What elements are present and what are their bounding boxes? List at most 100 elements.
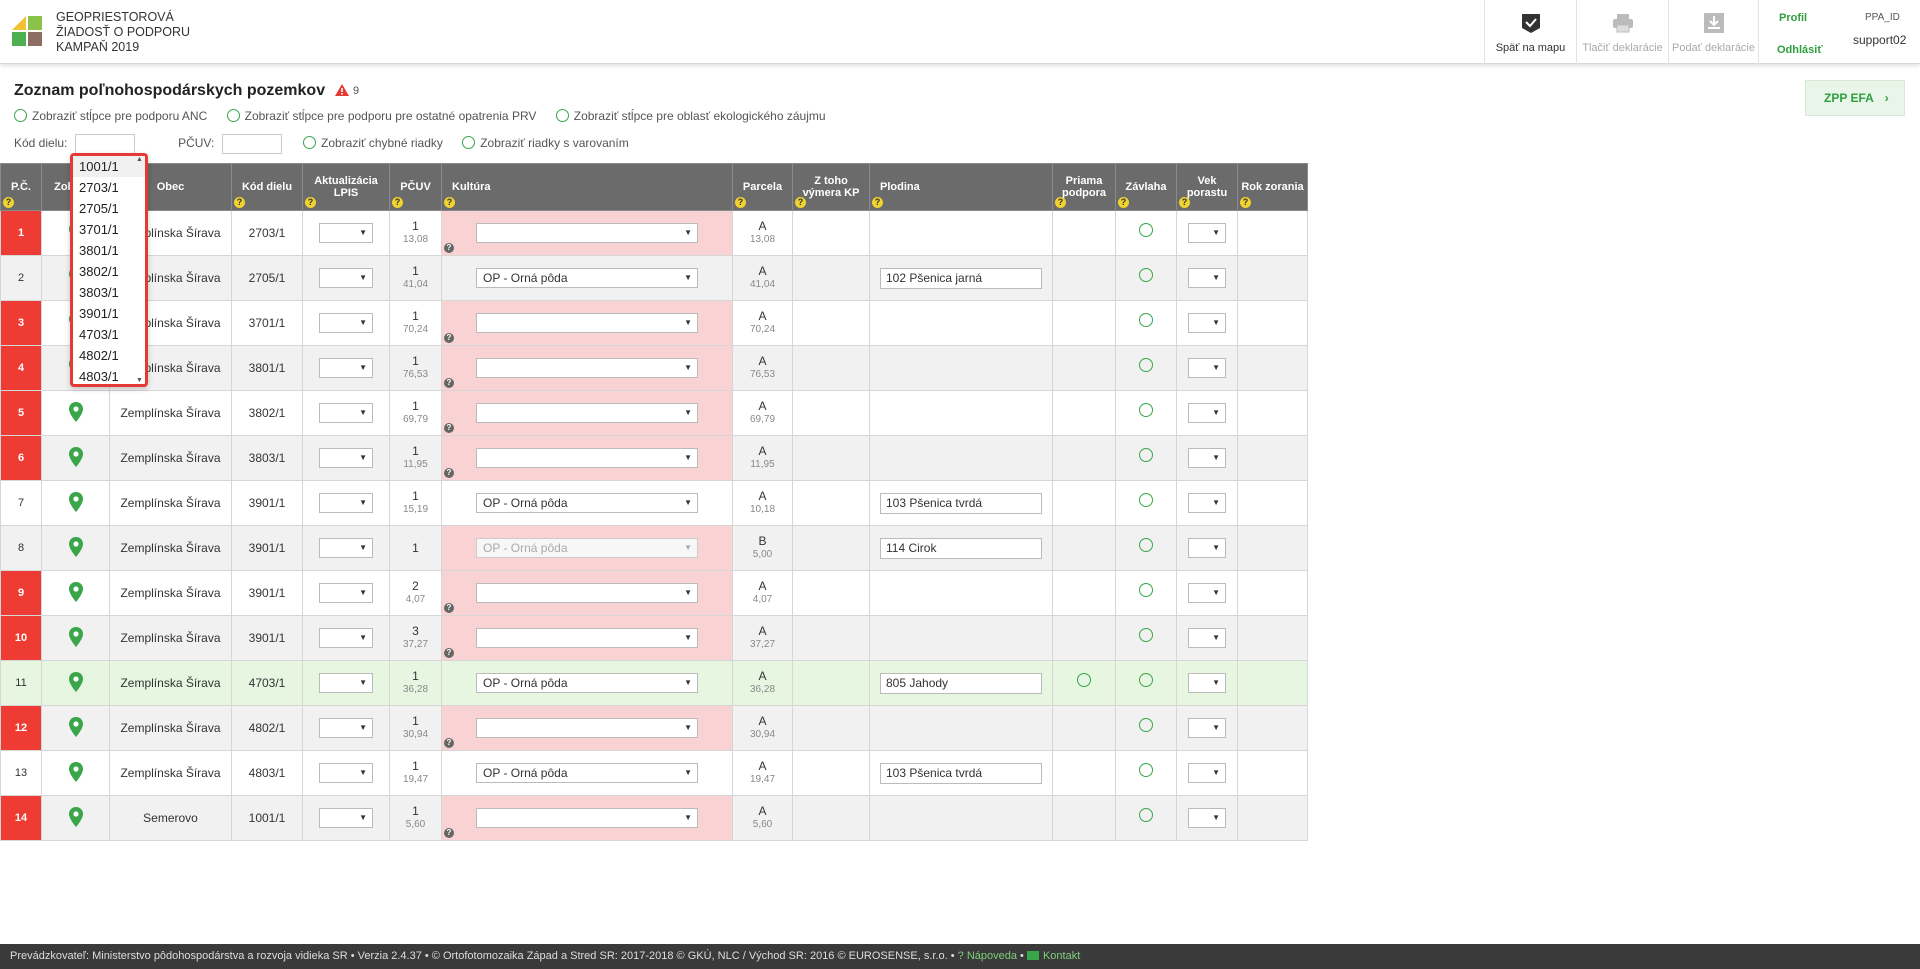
table-row[interactable]: 14Semerovo1001/115,60?A5,60 bbox=[0, 795, 1308, 841]
error-help-icon[interactable]: ? bbox=[444, 468, 454, 478]
help-icon[interactable]: ? bbox=[1055, 197, 1066, 208]
vek-porastu-select[interactable] bbox=[1188, 313, 1226, 333]
col-kod-dielu[interactable]: Kód dielu? bbox=[231, 163, 303, 211]
kultura-select[interactable] bbox=[476, 808, 698, 828]
vek-porastu-select[interactable] bbox=[1188, 403, 1226, 423]
table-row[interactable]: 8 Zemplínska Šírava 3901/1 1 OP - Orná pôda B… bbox=[0, 525, 1308, 571]
zavlaha-radio[interactable] bbox=[1139, 448, 1153, 462]
zavlaha-radio[interactable] bbox=[1139, 403, 1153, 417]
zavlaha-radio[interactable] bbox=[1139, 268, 1153, 282]
help-icon[interactable]: ? bbox=[795, 197, 806, 208]
pcuv-filter-input[interactable] bbox=[221, 134, 282, 154]
vek-porastu-select[interactable] bbox=[1188, 358, 1226, 378]
zavlaha-radio[interactable] bbox=[1139, 628, 1153, 642]
col-pcuv[interactable]: PČUV? bbox=[389, 163, 442, 211]
col-plodina[interactable]: Plodina? bbox=[869, 163, 1053, 211]
vek-porastu-select[interactable] bbox=[1188, 718, 1226, 738]
kultura-select[interactable] bbox=[476, 718, 698, 738]
col-vek[interactable]: Vek porastu? bbox=[1176, 163, 1238, 211]
table-row[interactable]: 4Zemplínska Šírava3801/1176,53?A76,53 bbox=[0, 345, 1308, 391]
col-aktualizacia[interactable]: Aktualizácia LPIS? bbox=[302, 163, 390, 211]
aktualizacia-select[interactable] bbox=[319, 403, 373, 423]
kultura-select[interactable] bbox=[476, 583, 698, 603]
table-row[interactable]: 13Zemplínska Šírava4803/1119,47OP - Orná… bbox=[0, 750, 1308, 796]
table-row[interactable]: 6Zemplínska Šírava3803/1111,95?A11,95 bbox=[0, 435, 1308, 481]
error-help-icon[interactable]: ? bbox=[444, 333, 454, 343]
zpp-efa-button[interactable]: ZPP EFA › bbox=[1805, 80, 1905, 116]
kultura-select[interactable] bbox=[476, 448, 698, 468]
scroll-down-icon[interactable]: ▼ bbox=[136, 377, 143, 384]
col-parcela[interactable]: Parcela? bbox=[732, 163, 793, 211]
zavlaha-radio[interactable] bbox=[1139, 358, 1153, 372]
table-row[interactable]: 3Zemplínska Šírava3701/1170,24?A70,24 bbox=[0, 300, 1308, 346]
error-help-icon[interactable]: ? bbox=[444, 648, 454, 658]
map-pin-icon[interactable] bbox=[68, 401, 83, 422]
aktualizacia-select[interactable] bbox=[319, 628, 373, 648]
kultura-select[interactable] bbox=[476, 628, 698, 648]
table-row[interactable]: 5Zemplínska Šírava3802/1169,79?A69,79 bbox=[0, 390, 1308, 436]
help-link[interactable]: ? Nápoveda bbox=[958, 950, 1017, 962]
zavlaha-radio[interactable] bbox=[1139, 538, 1153, 552]
zavlaha-radio[interactable] bbox=[1139, 718, 1153, 732]
print-button[interactable]: Tlačiť deklarácie bbox=[1576, 0, 1668, 64]
kultura-select[interactable] bbox=[476, 223, 698, 243]
vek-porastu-select[interactable] bbox=[1188, 538, 1226, 558]
error-help-icon[interactable]: ? bbox=[444, 423, 454, 433]
aktualizacia-select[interactable] bbox=[319, 718, 373, 738]
table-row[interactable]: 10Zemplínska Šírava3901/1337,27?A37,27 bbox=[0, 615, 1308, 661]
scroll-up-icon[interactable]: ▲ bbox=[136, 156, 143, 163]
contact-link[interactable]: Kontakt bbox=[1026, 950, 1080, 962]
aktualizacia-select[interactable] bbox=[319, 448, 373, 468]
vek-porastu-select[interactable] bbox=[1188, 628, 1226, 648]
toggle-efa[interactable]: Zobraziť stĺpce pre oblasť ekologického … bbox=[555, 109, 826, 123]
map-pin-icon[interactable] bbox=[68, 761, 83, 782]
vek-porastu-select[interactable] bbox=[1188, 583, 1226, 603]
table-row[interactable]: 9Zemplínska Šírava3901/124,07?A4,07 bbox=[0, 570, 1308, 616]
help-icon[interactable]: ? bbox=[735, 197, 746, 208]
table-row[interactable]: 2Zemplínska Šírava2705/1141,04OP - Orná … bbox=[0, 255, 1308, 301]
help-icon[interactable]: ? bbox=[305, 197, 316, 208]
kultura-select[interactable] bbox=[476, 403, 698, 423]
aktualizacia-select[interactable] bbox=[319, 538, 373, 558]
map-pin-icon[interactable] bbox=[68, 671, 83, 692]
vek-porastu-select[interactable] bbox=[1188, 493, 1226, 513]
aktualizacia-select[interactable] bbox=[319, 493, 373, 513]
help-icon[interactable]: ? bbox=[872, 197, 883, 208]
table-row[interactable]: 7 Zemplínska Šírava 3901/1 115,19 OP - Orná … bbox=[0, 480, 1308, 526]
show-on-map-cell[interactable] bbox=[41, 570, 110, 616]
vek-porastu-select[interactable] bbox=[1188, 223, 1226, 243]
show-on-map-cell[interactable] bbox=[41, 750, 110, 796]
help-icon[interactable]: ? bbox=[3, 197, 14, 208]
aktualizacia-select[interactable] bbox=[319, 358, 373, 378]
map-pin-icon[interactable] bbox=[68, 536, 83, 557]
error-help-icon[interactable]: ? bbox=[444, 828, 454, 838]
logout-link[interactable]: Odhlásiť bbox=[1777, 44, 1823, 56]
plodina-input[interactable]: 114 Cirok bbox=[880, 537, 1042, 559]
zavlaha-radio[interactable] bbox=[1139, 763, 1153, 777]
zavlaha-radio[interactable] bbox=[1139, 808, 1153, 822]
help-icon[interactable]: ? bbox=[444, 197, 455, 208]
map-pin-icon[interactable] bbox=[68, 806, 83, 827]
kultura-select[interactable] bbox=[476, 358, 698, 378]
map-pin-icon[interactable] bbox=[68, 716, 83, 737]
help-icon[interactable]: ? bbox=[392, 197, 403, 208]
plodina-input[interactable]: 102 Pšenica jarná bbox=[880, 267, 1042, 289]
toggle-error-rows[interactable]: Zobraziť chybné riadky bbox=[302, 136, 443, 150]
col-pc[interactable]: P.Č.? bbox=[0, 163, 42, 211]
back-to-map-button[interactable]: Späť na mapu bbox=[1484, 0, 1576, 64]
aktualizacia-select[interactable] bbox=[319, 268, 373, 288]
map-pin-icon[interactable] bbox=[68, 626, 83, 647]
col-vymera[interactable]: Z toho výmera KP? bbox=[792, 163, 870, 211]
table-row[interactable]: 12Zemplínska Šírava4802/1130,94?A30,94 bbox=[0, 705, 1308, 751]
vek-porastu-select[interactable] bbox=[1188, 448, 1226, 468]
submit-button[interactable]: Podať deklarácie bbox=[1668, 0, 1758, 64]
table-row[interactable]: 1Zemplínska Šírava2703/1113,08?A13,08 bbox=[0, 210, 1308, 256]
toggle-anc[interactable]: Zobraziť stĺpce pre podporu ANC bbox=[14, 109, 207, 123]
vek-porastu-select[interactable] bbox=[1188, 808, 1226, 828]
dropdown-scrollbar[interactable]: ▲ ▼ bbox=[135, 156, 145, 384]
show-on-map-cell[interactable] bbox=[41, 435, 110, 481]
col-kultura[interactable]: Kultúra? bbox=[441, 163, 733, 211]
aktualizacia-select[interactable] bbox=[319, 673, 373, 693]
plodina-input[interactable]: 805 Jahody bbox=[880, 672, 1042, 694]
toggle-warning-rows[interactable]: Zobraziť riadky s varovaním bbox=[462, 136, 629, 150]
